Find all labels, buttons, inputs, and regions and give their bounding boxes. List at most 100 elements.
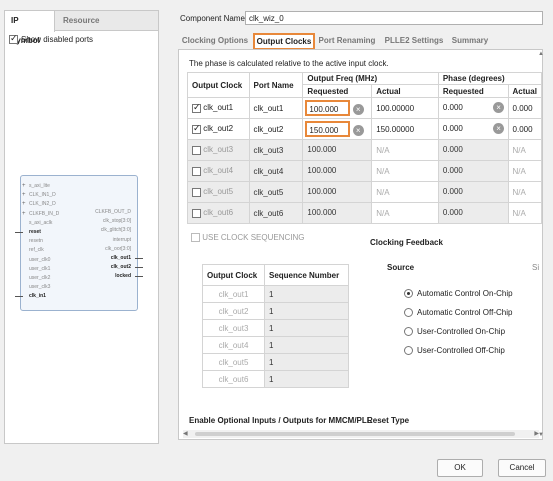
vertical-scrollbar[interactable]: ▲ ▼	[538, 49, 545, 440]
scroll-left-icon[interactable]: ◀	[183, 430, 188, 437]
phase-requested-cell[interactable]: 0.000	[437, 181, 509, 203]
feedback-option-radio[interactable]: User-Controlled On-Chip	[404, 327, 505, 337]
header-freq-requested: Requested	[302, 84, 373, 98]
seq-number-cell[interactable]: 1	[264, 302, 349, 320]
seq-number-cell[interactable]: 1	[264, 285, 349, 303]
scroll-up-icon[interactable]: ▲	[538, 51, 544, 57]
freq-requested-input[interactable]: 100.000	[305, 163, 350, 179]
port-name-cell[interactable]: clk_out4	[248, 160, 304, 182]
table-row: clk_out3 1	[202, 319, 349, 337]
clear-icon[interactable]: ×	[352, 104, 364, 116]
use-clock-sequencing-checkbox[interactable]: USE CLOCK SEQUENCING	[191, 233, 304, 243]
port-name-cell[interactable]: clk_out6	[248, 202, 304, 224]
ip-input-pin: user_clk0	[29, 256, 51, 263]
clock-enable-checkbox[interactable]	[192, 102, 201, 113]
table-row: clk_out3 clk_out3 100.000 N/A 0.000 N/A	[187, 139, 542, 161]
left-tab-bar: IP Symbol Resource	[5, 11, 158, 45]
phase-requested-cell[interactable]: 0.000 ×	[437, 118, 509, 140]
tab-clocking-options[interactable]: Clocking Options	[178, 33, 252, 49]
component-name-input[interactable]: clk_wiz_0	[245, 11, 543, 25]
phase-requested-cell[interactable]: 0.000	[437, 202, 509, 224]
freq-requested-input[interactable]: 100.000	[305, 205, 350, 221]
clear-icon[interactable]: ×	[352, 125, 364, 137]
clocking-feedback-title: Clocking Feedback	[370, 238, 443, 247]
seq-number-cell[interactable]: 1	[264, 353, 349, 371]
expand-icon[interactable]: +	[22, 192, 26, 198]
freq-requested-cell[interactable]: 100.000 ×	[302, 97, 373, 119]
port-name-cell[interactable]: clk_out5	[248, 181, 304, 203]
phase-requested-input[interactable]: 0.000	[441, 184, 491, 200]
header-freq-actual: Actual	[371, 84, 439, 98]
tab-output-clocks[interactable]: Output Clocks	[253, 33, 315, 50]
horizontal-scrollbar[interactable]: ◀ ▶	[183, 430, 539, 438]
tab-resource[interactable]: Resource	[57, 11, 105, 31]
output-clock-cell[interactable]: clk_out6	[187, 202, 250, 224]
ok-button[interactable]: OK	[437, 459, 483, 477]
ip-input-pin: CLKFB_IN_D	[29, 210, 60, 217]
expand-icon[interactable]: +	[22, 183, 26, 189]
freq-requested-cell[interactable]: 100.000	[302, 202, 373, 224]
phase-requested-input[interactable]: 0.000	[440, 121, 491, 137]
tab-port-renaming[interactable]: Port Renaming	[317, 33, 377, 49]
phase-requested-cell[interactable]: 0.000 ×	[437, 97, 509, 119]
phase-requested-input[interactable]: 0.000	[441, 205, 491, 221]
seq-header-sequence-number: Sequence Number	[264, 264, 349, 286]
phase-requested-cell[interactable]: 0.000	[437, 160, 509, 182]
seq-number-cell[interactable]: 1	[264, 370, 349, 388]
port-name-cell[interactable]: clk_out3	[248, 139, 304, 161]
seq-number-cell[interactable]: 1	[264, 319, 349, 337]
phase-requested-input[interactable]: 0.000	[440, 100, 491, 116]
clear-icon[interactable]: ×	[493, 123, 505, 135]
expand-icon[interactable]: +	[22, 211, 26, 217]
checkbox-icon[interactable]	[191, 233, 200, 243]
output-clock-cell[interactable]: clk_out3	[187, 139, 250, 161]
output-clock-cell[interactable]: clk_out5	[187, 181, 250, 203]
clear-icon[interactable]: ×	[493, 102, 505, 114]
header-output-clock: Output Clock	[187, 72, 250, 98]
tab-ip-symbol[interactable]: IP Symbol	[5, 11, 55, 45]
show-disabled-ports-checkbox[interactable]: Show disabled ports	[9, 33, 93, 45]
output-clock-name: clk_out3	[203, 145, 234, 155]
clock-enable-checkbox[interactable]	[192, 208, 201, 218]
radio-icon[interactable]	[404, 327, 413, 337]
clock-enable-checkbox[interactable]	[192, 123, 201, 134]
checkbox-icon[interactable]	[9, 33, 18, 45]
freq-requested-input[interactable]: 150.000	[305, 121, 351, 137]
clock-enable-checkbox[interactable]	[192, 187, 201, 197]
port-name-cell[interactable]: clk_out1	[248, 97, 304, 119]
phase-requested-cell[interactable]: 0.000	[437, 139, 509, 161]
feedback-option-radio[interactable]: Automatic Control Off-Chip	[404, 308, 512, 318]
tab-summary[interactable]: Summary	[449, 33, 491, 49]
port-name-cell[interactable]: clk_out2	[248, 118, 304, 140]
horizontal-scroll-thumb[interactable]	[195, 432, 515, 436]
output-clock-cell[interactable]: clk_out2	[187, 118, 250, 140]
scroll-down-icon[interactable]: ▼	[538, 432, 544, 438]
radio-icon[interactable]	[404, 289, 413, 299]
freq-requested-cell[interactable]: 100.000	[302, 160, 373, 182]
clock-enable-checkbox[interactable]	[192, 145, 201, 155]
freq-requested-input[interactable]: 100.000	[305, 100, 351, 116]
phase-requested-input[interactable]: 0.000	[441, 142, 491, 158]
clock-enable-checkbox[interactable]	[192, 166, 201, 176]
radio-icon[interactable]	[404, 308, 413, 318]
output-clock-cell[interactable]: clk_out4	[187, 160, 250, 182]
ip-input-pin: user_clk1	[29, 265, 51, 272]
expand-icon[interactable]: +	[22, 201, 26, 207]
header-port-name: Port Name	[248, 72, 304, 98]
table-row: clk_out6 clk_out6 100.000 N/A 0.000 N/A	[187, 202, 542, 224]
freq-requested-cell[interactable]: 100.000	[302, 181, 373, 203]
phase-requested-input[interactable]: 0.000	[441, 163, 491, 179]
freq-requested-input[interactable]: 100.000	[305, 142, 350, 158]
feedback-source-title: Source	[387, 263, 415, 272]
freq-requested-cell[interactable]: 100.000	[302, 139, 373, 161]
output-clock-cell[interactable]: clk_out1	[187, 97, 250, 119]
pin-stub	[135, 267, 143, 269]
cancel-button[interactable]: Cancel	[498, 459, 546, 477]
feedback-option-radio[interactable]: Automatic Control On-Chip	[404, 289, 513, 299]
feedback-option-radio[interactable]: User-Controlled Off-Chip	[404, 346, 505, 356]
radio-icon[interactable]	[404, 346, 413, 356]
tab-plle2-settings[interactable]: PLLE2 Settings	[380, 33, 448, 49]
freq-requested-cell[interactable]: 150.000 ×	[302, 118, 373, 140]
freq-requested-input[interactable]: 100.000	[305, 184, 350, 200]
seq-number-cell[interactable]: 1	[264, 336, 349, 354]
